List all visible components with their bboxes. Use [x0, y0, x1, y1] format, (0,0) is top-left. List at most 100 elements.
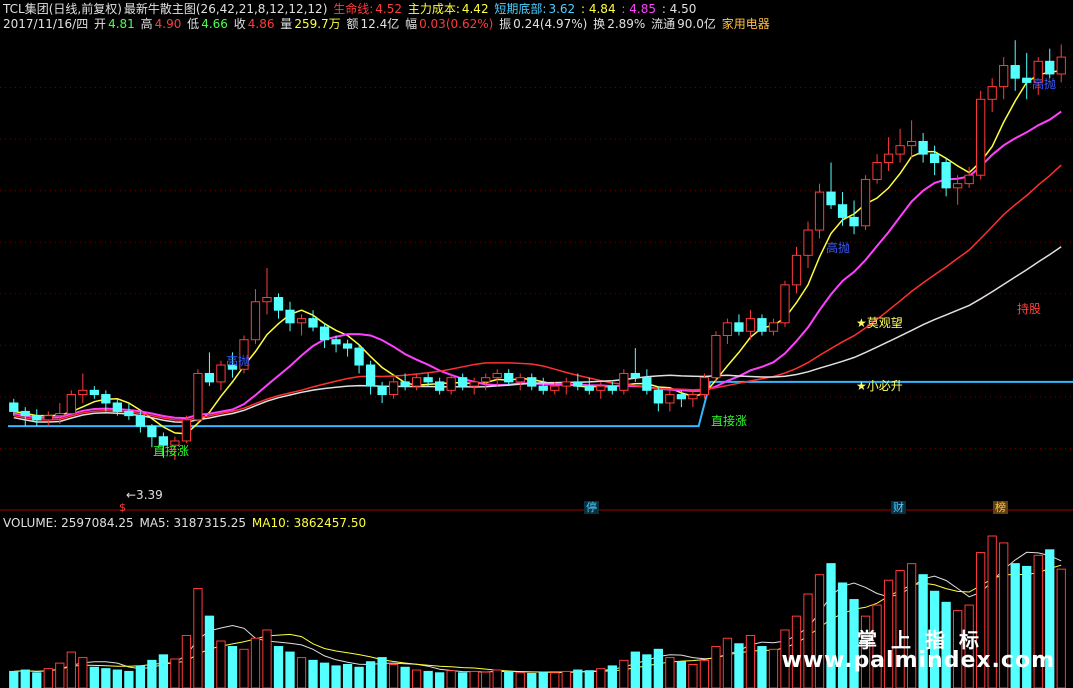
volume-bar [653, 648, 664, 688]
quote-header: 2017/11/16/四 开 4.81 高 4.90 低 4.66 收 4.86 量 25… [3, 17, 772, 32]
indicator-name: 最新牛散主图(26,42,21,8,12,12,12) [123, 2, 328, 16]
short-bottom-label: 短期底部: [494, 2, 547, 16]
candle-body [124, 410, 134, 417]
volume-bar [803, 593, 813, 688]
candle-body [768, 322, 779, 332]
candle-body [469, 381, 479, 387]
candle-body [527, 377, 537, 387]
short-bottom-value: 3.62 [548, 2, 576, 16]
volume-ma10: MA10: 3862457.50 [251, 516, 367, 530]
volume-bar [78, 657, 88, 688]
volume-bar [446, 670, 456, 688]
candle-body [780, 284, 790, 324]
low-value: 4.66 [201, 17, 228, 31]
candle-body [55, 413, 65, 417]
volume-bar [158, 654, 169, 688]
candle-body [1045, 60, 1055, 75]
amount-label: 额 [346, 17, 359, 31]
volume-bar [388, 664, 399, 688]
candle-body [722, 322, 733, 336]
candle-body [596, 385, 606, 391]
volume-bar [596, 668, 606, 688]
candle-body [941, 162, 951, 189]
amplitude-value: 0.24(4.97%) [513, 17, 588, 31]
main-cost-label: 主力成本: [407, 2, 460, 16]
badge-suspend[interactable]: 停 [584, 501, 599, 514]
badge-dollar[interactable]: $ [117, 501, 128, 514]
candle-body [101, 394, 111, 404]
candle-body [584, 385, 594, 391]
volume-bar [365, 661, 376, 688]
volume-bar [227, 646, 238, 688]
volume-bar [607, 665, 617, 688]
candle-body [32, 415, 42, 421]
candle-body [147, 425, 157, 438]
candle-body [193, 372, 203, 421]
volume-bar [250, 637, 261, 688]
candle-body [906, 140, 917, 147]
volume-bar [273, 646, 284, 688]
candle-body [250, 301, 261, 341]
volume-bar [538, 671, 548, 688]
volume-bar [193, 588, 203, 688]
candle-body [20, 410, 30, 417]
candle-body [435, 381, 445, 391]
candle-body [204, 372, 215, 383]
volume-bar [342, 664, 353, 688]
candle-body [1022, 77, 1032, 83]
candle-body [319, 326, 330, 341]
candle-body [89, 389, 99, 396]
volume-bar [411, 669, 422, 688]
candle-body [688, 394, 698, 400]
volume-bar [354, 666, 364, 688]
volume-bar [285, 651, 295, 688]
volume-bar [135, 665, 146, 688]
volume-bar [665, 657, 675, 688]
candle-body [411, 377, 422, 387]
volume-bar [515, 672, 525, 688]
volume-bar [745, 634, 756, 688]
candle-body [504, 372, 514, 383]
ma-5-line [13, 69, 1062, 435]
volume-bar [768, 648, 779, 688]
volume-bar [550, 672, 560, 688]
candle-body [388, 381, 399, 396]
badge-list[interactable]: 榜 [993, 501, 1008, 514]
volume-bar [504, 670, 514, 688]
float-label: 流通 [651, 17, 676, 31]
volume-bar [711, 646, 721, 688]
candle-body [285, 309, 295, 324]
candle-body [354, 347, 364, 366]
candle-body [573, 381, 583, 387]
volume-bar [722, 637, 733, 688]
volume-bar [458, 672, 468, 688]
candle-body [273, 297, 284, 311]
volume-bar [319, 662, 330, 688]
candle-body [308, 318, 318, 328]
volume-bar [9, 670, 19, 688]
kline-chart[interactable] [0, 0, 1073, 688]
signal-sell-2: 高抛 [826, 241, 851, 255]
candle-body [112, 402, 122, 412]
volume-total: VOLUME: 2597084.25 [3, 516, 134, 530]
candle-body [849, 216, 859, 227]
volume-bar [676, 661, 687, 688]
candle-body [66, 394, 76, 415]
candle-body [918, 140, 928, 155]
candle-body [181, 419, 192, 442]
volume-ma5: MA5: 3187315.25 [139, 516, 247, 530]
volume-bar [492, 669, 502, 688]
sector-name: 家用电器 [721, 17, 770, 31]
volume-bar [630, 651, 640, 688]
volume-bar [642, 654, 652, 688]
badge-finance[interactable]: 财 [891, 501, 906, 514]
volume-bar [584, 670, 594, 688]
signal-rise: ★小必升 [856, 379, 903, 393]
volume-bar [699, 659, 710, 688]
candle-body [872, 162, 882, 180]
quote-date: 2017/11/16/四 [3, 17, 89, 31]
candle-body [642, 377, 652, 391]
candle-body [538, 385, 548, 391]
volume-bar [101, 668, 111, 688]
volume-value: 259.7万 [294, 17, 341, 31]
